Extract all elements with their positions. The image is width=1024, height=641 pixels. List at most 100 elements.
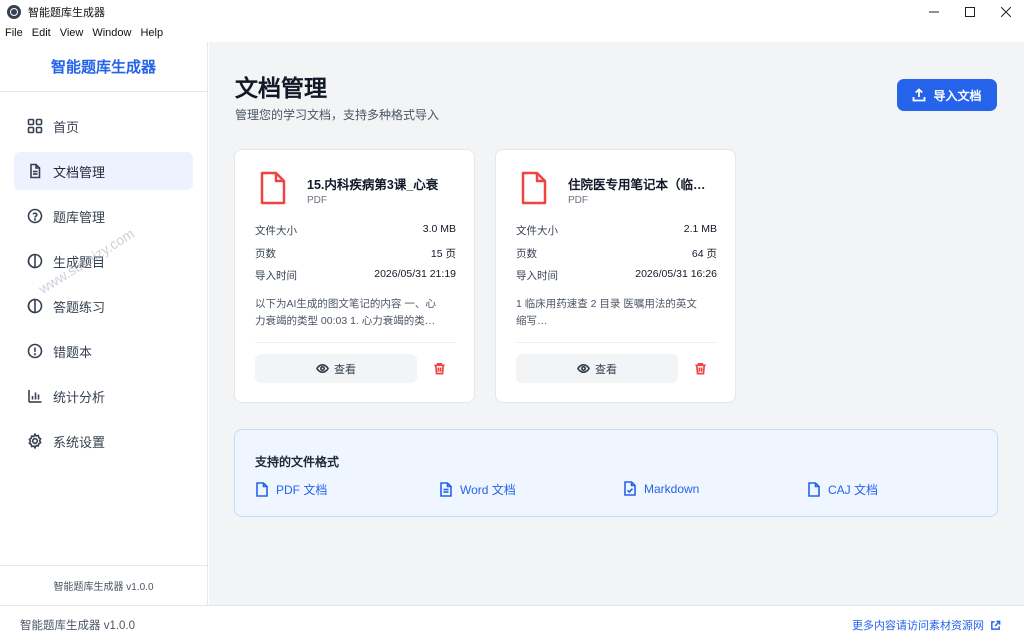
sidebar-version: 智能题库生成器 v1.0.0 [0, 565, 207, 605]
preview-line: 缩写… [516, 315, 548, 327]
sidebar-item-label: 统计分析 [53, 389, 106, 405]
document-size-row: 文件大小 2.1 MB [516, 223, 717, 238]
import-time-label: 导入时间 [516, 270, 558, 282]
view-button-label: 查看 [595, 363, 617, 376]
resource-link-label: 更多内容请访问素材资源网 [852, 620, 984, 632]
external-link-icon [991, 620, 1001, 630]
import-time-value: 2026/05/31 21:19 [374, 268, 456, 280]
menu-bar: File Edit View Window Help [0, 24, 1024, 42]
document-pages-row: 页数 64 页 [516, 246, 717, 261]
alert-circle-icon [27, 343, 43, 359]
sidebar-item-settings[interactable]: 系统设置 [14, 422, 193, 460]
pages-label: 页数 [255, 248, 276, 260]
menu-help[interactable]: Help [140, 27, 163, 39]
size-label: 文件大小 [255, 225, 297, 237]
title-bar: 智能题库生成器 [0, 0, 1024, 24]
import-time-value: 2026/05/31 16:26 [635, 268, 717, 280]
preview-line: 力衰竭的类型 00:03 1. 心力衰竭的类… [255, 315, 436, 327]
sidebar-item-mistakes[interactable]: 错题本 [14, 332, 193, 370]
sidebar-item-label: 题库管理 [53, 209, 106, 225]
window-controls [916, 0, 1024, 24]
document-name: 15.内科疾病第3课_心衰 [307, 178, 439, 192]
bar-chart-icon [27, 388, 43, 404]
format-label: Word 文档 [460, 483, 516, 497]
main-content: 文档管理 管理您的学习文档，支持多种格式导入 导入文档 15.内科疾病第3课_心… [209, 42, 1024, 605]
card-divider [516, 342, 717, 343]
import-button-label: 导入文档 [933, 88, 982, 103]
file-text-icon [440, 482, 452, 497]
menu-window[interactable]: Window [92, 27, 131, 39]
format-markdown: Markdown [623, 481, 699, 496]
document-import-time-row: 导入时间 2026/05/31 21:19 [255, 268, 456, 283]
file-check-icon [624, 481, 636, 496]
import-time-label: 导入时间 [255, 270, 297, 282]
status-version: 智能题库生成器 v1.0.0 [20, 620, 136, 632]
document-type: PDF [307, 195, 327, 206]
supported-formats-panel: 支持的文件格式 PDF 文档 Word 文档 Markdown CAJ 文档 [234, 429, 998, 517]
close-button[interactable] [988, 0, 1024, 24]
menu-view[interactable]: View [60, 27, 84, 39]
preview-line: 以下为AI生成的图文笔记的内容 一、心 [255, 298, 436, 310]
status-bar: 智能题库生成器 v1.0.0 更多内容请访问素材资源网 [0, 605, 1024, 641]
pages-value: 15 页 [430, 248, 456, 260]
minimize-icon [929, 11, 939, 13]
sidebar-brand: 智能题库生成器 [0, 42, 207, 92]
sidebar-item-home[interactable]: 首页 [14, 107, 193, 145]
trash-icon [433, 362, 445, 374]
sidebar-nav: 首页 文档管理 题库管理 生成题目 答题练习 错题本 统计分析 系统设置 [0, 92, 207, 460]
eye-icon [316, 363, 329, 374]
view-button-label: 查看 [334, 363, 356, 376]
menu-file[interactable]: File [5, 27, 23, 39]
sidebar-item-label: 错题本 [53, 344, 93, 360]
size-value: 2.1 MB [683, 223, 717, 235]
question-icon [27, 208, 43, 224]
view-button[interactable]: 查看 [516, 354, 678, 383]
size-label: 文件大小 [516, 225, 558, 237]
document-preview: 以下为AI生成的图文笔记的内容 一、心 力衰竭的类型 00:03 1. 心力衰竭… [255, 296, 460, 330]
format-label: CAJ 文档 [828, 483, 879, 497]
format-label: PDF 文档 [276, 483, 328, 497]
pdf-file-icon [259, 171, 287, 210]
document-card: 15.内科疾病第3课_心衰 PDF 文件大小 3.0 MB 页数 15 页 导入… [234, 149, 475, 403]
close-icon [1001, 7, 1011, 17]
sidebar-item-label: 首页 [53, 119, 80, 135]
delete-button[interactable] [431, 360, 447, 376]
minimize-button[interactable] [916, 0, 952, 24]
upload-icon [913, 88, 926, 102]
import-document-button[interactable]: 导入文档 [897, 79, 997, 111]
format-caj: CAJ 文档 [807, 481, 878, 498]
sidebar-item-question-bank[interactable]: 题库管理 [14, 197, 193, 235]
split-circle-icon [27, 253, 43, 269]
formats-title: 支持的文件格式 [255, 455, 340, 469]
sidebar-item-label: 文档管理 [53, 164, 106, 180]
delete-button[interactable] [692, 360, 708, 376]
format-label: Markdown [644, 481, 700, 496]
file-icon [256, 482, 268, 497]
document-type: PDF [568, 195, 588, 206]
sidebar-item-label: 答题练习 [53, 299, 106, 315]
trash-icon [694, 362, 706, 374]
maximize-button[interactable] [952, 0, 988, 24]
page-title: 文档管理 [235, 75, 327, 101]
maximize-icon [965, 7, 975, 17]
document-pages-row: 页数 15 页 [255, 246, 456, 261]
document-import-time-row: 导入时间 2026/05/31 16:26 [516, 268, 717, 283]
page-subtitle: 管理您的学习文档，支持多种格式导入 [235, 108, 440, 122]
document-size-row: 文件大小 3.0 MB [255, 223, 456, 238]
pages-value: 64 页 [691, 248, 717, 260]
format-word: Word 文档 [439, 481, 516, 498]
view-button[interactable]: 查看 [255, 354, 417, 383]
format-pdf: PDF 文档 [255, 481, 327, 498]
pages-label: 页数 [516, 248, 537, 260]
sidebar-item-statistics[interactable]: 统计分析 [14, 377, 193, 415]
document-card: 住院医专用笔记本（临… PDF 文件大小 2.1 MB 页数 64 页 导入时间… [495, 149, 736, 403]
menu-edit[interactable]: Edit [32, 27, 51, 39]
eye-icon [577, 363, 590, 374]
sidebar-item-documents[interactable]: 文档管理 [14, 152, 193, 190]
sidebar-item-label: 系统设置 [53, 434, 106, 450]
document-name: 住院医专用笔记本（临… [568, 178, 706, 192]
split-circle-icon [27, 298, 43, 314]
resource-link[interactable]: 更多内容请访问素材资源网 [852, 617, 1001, 633]
size-value: 3.0 MB [422, 223, 456, 235]
document-icon [27, 163, 43, 179]
